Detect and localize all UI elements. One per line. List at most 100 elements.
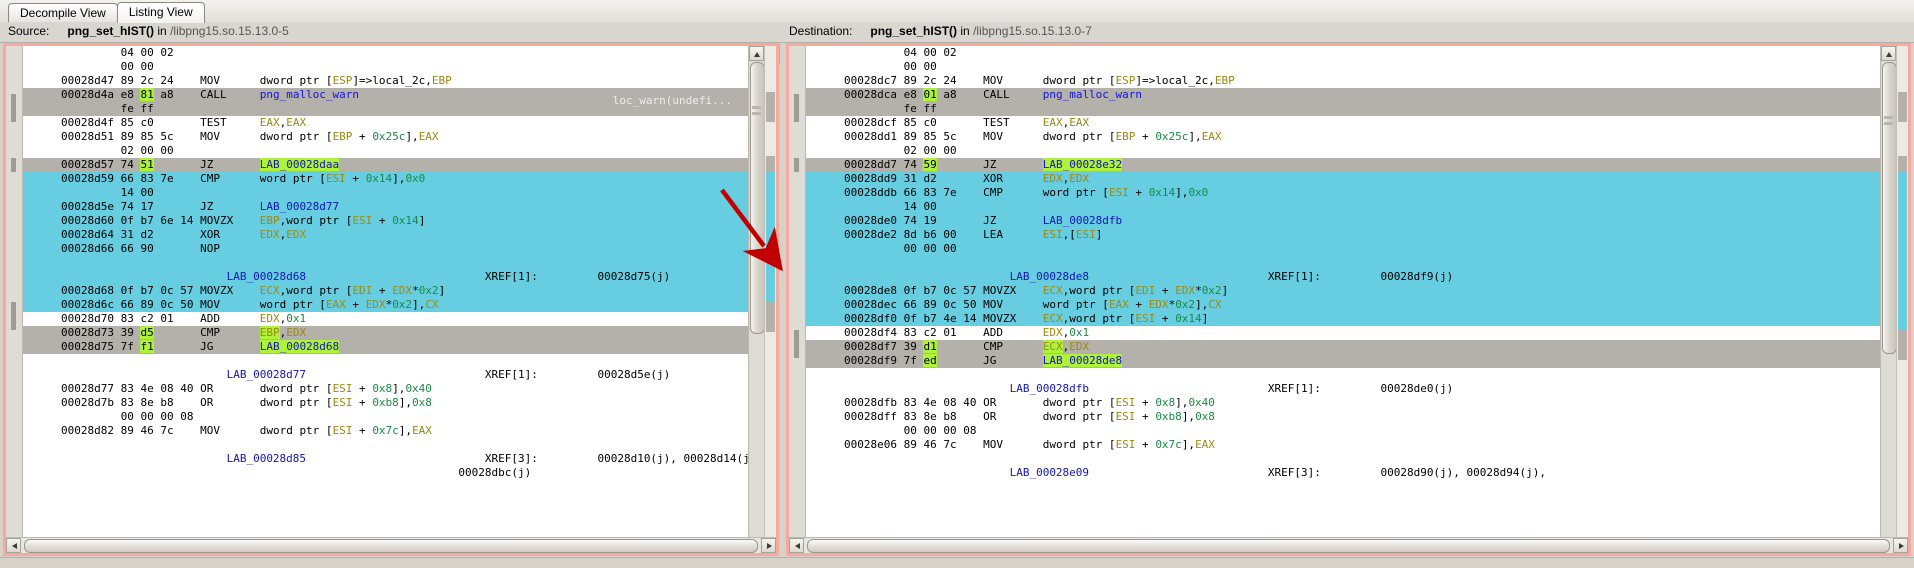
listing-instruction-row[interactable]: 00028d7b 83 8e b8 OR dword ptr [ESI + 0x… <box>23 396 776 410</box>
scroll-left-arrow-icon[interactable] <box>789 538 804 553</box>
listing-instruction-row[interactable]: 00028dfb 83 4e 08 40 OR dword ptr [ESI +… <box>806 396 1908 410</box>
listing-instruction-row[interactable]: 00028ddb 66 83 7e CMP word ptr [ESI + 0x… <box>806 186 1908 200</box>
listing-instruction-row[interactable]: 00028d60 0f b7 6e 14 MOVZX EBP,word ptr … <box>23 214 776 228</box>
listing-instruction-row[interactable]: 14 00 <box>23 186 776 200</box>
listing-instruction-row[interactable]: 00028dd9 31 d2 XOR EDX,EDX <box>806 172 1908 186</box>
scroll-thumb-grip <box>752 112 761 115</box>
listing-instruction-row[interactable]: 00028dcf 85 c0 TEST EAX,EAX <box>806 116 1908 130</box>
listing-instruction-row[interactable]: 00 00 <box>23 60 776 74</box>
listing-instruction-row[interactable]: fe ff <box>806 102 1908 116</box>
listing-instruction-row[interactable]: 00028d4f 85 c0 TEST EAX,EAX <box>23 116 776 130</box>
listing-instruction-row[interactable]: 00028de8 0f b7 0c 57 MOVZX ECX,word ptr … <box>806 284 1908 298</box>
listing-instruction-row[interactable] <box>23 354 776 368</box>
listing-instruction-row[interactable] <box>806 368 1908 382</box>
scroll-up-arrow-icon[interactable] <box>749 46 764 61</box>
listing-instruction-row[interactable] <box>806 256 1908 270</box>
marker-block <box>1898 330 1907 360</box>
listing-instruction-row[interactable]: 00028dbc(j) <box>23 466 776 480</box>
listing-instruction-row[interactable]: 00028e06 89 46 7c MOV dword ptr [ESI + 0… <box>806 438 1908 452</box>
listing-instruction-row[interactable]: 00028de2 8d b6 00 LEA ESI,[ESI] <box>806 228 1908 242</box>
destination-binary-path: /libpng15.so.15.13.0-7 <box>973 24 1092 38</box>
destination-function-name: png_set_hIST() <box>870 24 958 38</box>
view-tab-bar: Decompile View Listing View <box>0 0 1914 23</box>
scroll-right-arrow-icon[interactable] <box>761 538 776 553</box>
listing-instruction-row[interactable]: 00028d51 89 85 5c MOV dword ptr [EBP + 0… <box>23 130 776 144</box>
gutter-marker <box>11 158 16 172</box>
listing-instruction-row[interactable]: 00028dd7 74 59 JZ LAB_00028e32 <box>806 158 1908 172</box>
listing-instruction-row[interactable]: 02 00 00 <box>806 144 1908 158</box>
listing-instruction-row[interactable]: 00028dca e8 01 a8 CALL png_malloc_warn <box>806 88 1908 102</box>
listing-instruction-row[interactable]: 00028d47 89 2c 24 MOV dword ptr [ESP]=>l… <box>23 74 776 88</box>
listing-instruction-row[interactable]: 14 00 <box>806 200 1908 214</box>
listing-instruction-row[interactable]: 00028dc7 89 2c 24 MOV dword ptr [ESP]=>l… <box>806 74 1908 88</box>
listing-instruction-row[interactable]: 00 00 <box>806 60 1908 74</box>
listing-label-row[interactable]: LAB_00028d77 XREF[1]: 00028d5e(j) <box>23 368 776 382</box>
listing-instruction-row[interactable]: 00028df4 83 c2 01 ADD EDX,0x1 <box>806 326 1908 340</box>
source-code-listing[interactable]: 04 00 02 00 00 00028d47 89 2c 24 MOV dwo… <box>23 46 776 553</box>
listing-label-row[interactable]: LAB_00028d85 XREF[3]: 00028d10(j), 00028… <box>23 452 776 466</box>
destination-listing-panel[interactable]: 04 00 02 00 00 00028dc7 89 2c 24 MOV dwo… <box>786 43 1911 556</box>
destination-gutter <box>789 46 806 553</box>
listing-instruction-row[interactable] <box>806 452 1908 466</box>
scroll-left-arrow-icon[interactable] <box>6 538 21 553</box>
listing-instruction-row[interactable]: 00028df0 0f b7 4e 14 MOVZX ECX,word ptr … <box>806 312 1908 326</box>
destination-code-listing[interactable]: 04 00 02 00 00 00028dc7 89 2c 24 MOV dwo… <box>806 46 1908 553</box>
destination-in-word: in <box>960 24 970 38</box>
listing-instruction-row[interactable]: 00028d70 83 c2 01 ADD EDX,0x1 <box>23 312 776 326</box>
source-panel-inner: 04 00 02 00 00 00028d47 89 2c 24 MOV dwo… <box>6 46 776 553</box>
destination-panel-inner: 04 00 02 00 00 00028dc7 89 2c 24 MOV dwo… <box>789 46 1908 553</box>
tab-listing-view[interactable]: Listing View <box>116 2 205 23</box>
scroll-thumb[interactable] <box>750 62 765 334</box>
listing-instruction-row[interactable]: 00028df9 7f ed JG LAB_00028de8 <box>806 354 1908 368</box>
listing-instruction-row[interactable]: 00028d73 39 d5 CMP EBP,EDX <box>23 326 776 340</box>
listing-instruction-row[interactable]: 00028dff 83 8e b8 OR dword ptr [ESI + 0x… <box>806 410 1908 424</box>
listing-instruction-row[interactable] <box>23 438 776 452</box>
gutter-marker <box>11 94 16 122</box>
listing-instruction-row[interactable]: 00028d59 66 83 7e CMP word ptr [ESI + 0x… <box>23 172 776 186</box>
listing-instruction-row[interactable]: 00028d82 89 46 7c MOV dword ptr [ESI + 0… <box>23 424 776 438</box>
listing-instruction-row[interactable] <box>23 256 776 270</box>
listing-instruction-row[interactable]: 00028df7 39 d1 CMP ECX,EDX <box>806 340 1908 354</box>
listing-instruction-row[interactable]: 00028d5e 74 17 JZ LAB_00028d77 <box>23 200 776 214</box>
listing-label-row[interactable]: LAB_00028dfb XREF[1]: 00028de0(j) <box>806 382 1908 396</box>
listing-instruction-row[interactable]: 00028d77 83 4e 08 40 OR dword ptr [ESI +… <box>23 382 776 396</box>
listing-instruction-row[interactable]: 02 00 00 <box>23 144 776 158</box>
gutter-marker <box>794 330 799 358</box>
header-divider <box>779 44 780 64</box>
listing-instruction-row[interactable]: 00 00 00 08 <box>23 410 776 424</box>
marker-block <box>766 302 775 332</box>
scroll-right-arrow-icon[interactable] <box>1893 538 1908 553</box>
marker-block <box>1898 172 1907 330</box>
listing-instruction-row[interactable]: 00028d75 7f f1 JG LAB_00028d68 <box>23 340 776 354</box>
listing-label-row[interactable]: LAB_00028e09 XREF[3]: 00028d90(j), 00028… <box>806 466 1908 480</box>
destination-marker-strip[interactable] <box>1896 46 1908 553</box>
listing-instruction-row[interactable]: 00028d64 31 d2 XOR EDX,EDX <box>23 228 776 242</box>
marker-block <box>1898 156 1907 172</box>
listing-instruction-row[interactable]: 00028d6c 66 89 0c 50 MOV word ptr [EAX +… <box>23 298 776 312</box>
destination-vertical-scrollbar[interactable] <box>1880 46 1897 553</box>
source-vertical-scrollbar[interactable] <box>748 46 765 553</box>
listing-instruction-row[interactable]: 00028dec 66 89 0c 50 MOV word ptr [EAX +… <box>806 298 1908 312</box>
marker-block <box>1898 92 1907 122</box>
listing-instruction-row[interactable]: 00 00 00 08 <box>806 424 1908 438</box>
listing-instruction-row[interactable]: 04 00 02 <box>806 46 1908 60</box>
listing-instruction-row[interactable]: 00 00 00 <box>806 242 1908 256</box>
tab-decompile-view[interactable]: Decompile View <box>8 3 118 23</box>
destination-horizontal-scrollbar[interactable] <box>789 537 1908 553</box>
listing-instruction-row[interactable]: 00028d57 74 51 JZ LAB_00028daa <box>23 158 776 172</box>
source-binary-path: /libpng15.so.15.13.0-5 <box>170 24 289 38</box>
listing-instruction-row[interactable]: 00028dd1 89 85 5c MOV dword ptr [EBP + 0… <box>806 130 1908 144</box>
listing-instruction-row[interactable]: 00028d68 0f b7 0c 57 MOVZX ECX,word ptr … <box>23 284 776 298</box>
listing-label-row[interactable]: LAB_00028d68 XREF[1]: 00028d75(j) <box>23 270 776 284</box>
scroll-up-arrow-icon[interactable] <box>1881 46 1896 61</box>
listing-label-row[interactable]: LAB_00028de8 XREF[1]: 00028df9(j) <box>806 270 1908 284</box>
listing-instruction-row[interactable]: 00028de0 74 19 JZ LAB_00028dfb <box>806 214 1908 228</box>
source-marker-strip[interactable] <box>764 46 776 553</box>
hscroll-thumb[interactable] <box>807 539 1890 553</box>
source-listing-panel[interactable]: 04 00 02 00 00 00028d47 89 2c 24 MOV dwo… <box>3 43 779 556</box>
scroll-thumb[interactable] <box>1882 62 1897 354</box>
listing-instruction-row[interactable]: 04 00 02 <box>23 46 776 60</box>
listing-instruction-row[interactable]: 00028d66 66 90 NOP <box>23 242 776 256</box>
source-horizontal-scrollbar[interactable] <box>6 537 776 553</box>
hscroll-thumb[interactable] <box>24 539 758 553</box>
